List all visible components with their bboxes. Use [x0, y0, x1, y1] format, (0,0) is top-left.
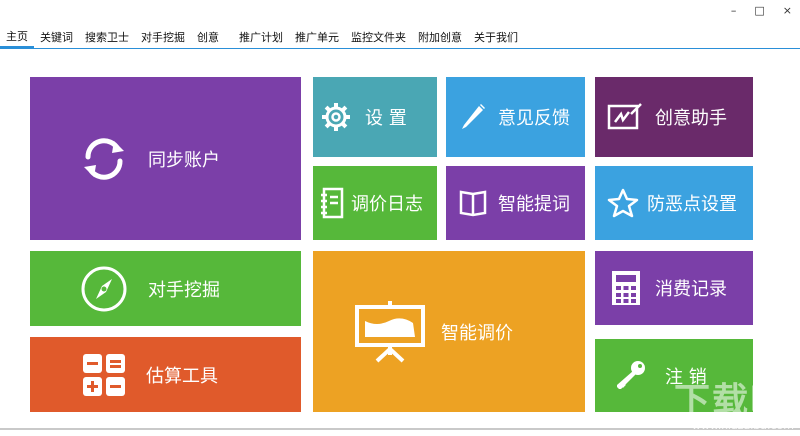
menu-search-guard[interactable]: 搜索卫士: [79, 29, 135, 47]
estimate-tool-tile[interactable]: 估算工具: [30, 337, 301, 412]
menu-campaign[interactable]: 推广计划: [233, 29, 289, 47]
competitor-mining-tile[interactable]: 对手挖掘: [30, 251, 301, 326]
competitor-mining-label: 对手挖掘: [148, 279, 220, 301]
gear-icon: [321, 102, 351, 132]
calculator-icon: [611, 270, 641, 306]
price-log-label: 调价日志: [351, 194, 423, 215]
menu-adgroup[interactable]: 推广单元: [289, 29, 345, 47]
creative-assistant-tile[interactable]: 创意助手: [595, 77, 753, 157]
sync-icon: [78, 133, 130, 185]
pencil-icon: [458, 103, 486, 131]
watermark-url: www.xiazaiba.com: [691, 419, 794, 432]
sign-board-icon: [607, 102, 643, 132]
sync-account-label: 同步账户: [148, 149, 220, 171]
notebook-icon: [319, 187, 345, 219]
main-menu: 主页 关键词 搜索卫士 对手挖掘 创意 推广计划 推广单元 监控文件夹 附加创意…: [0, 28, 800, 48]
creative-assistant-label: 创意助手: [655, 108, 727, 129]
settings-tile[interactable]: 设 置: [313, 77, 437, 157]
menu-creative[interactable]: 创意: [191, 29, 225, 47]
sync-account-tile[interactable]: 同步账户: [30, 77, 301, 240]
estimate-tool-label: 估算工具: [146, 365, 218, 387]
menu-keywords[interactable]: 关键词: [34, 29, 79, 47]
watermark-logo: 下载吧: [673, 381, 788, 422]
close-button[interactable]: ×: [783, 4, 792, 17]
menu-home[interactable]: 主页: [0, 28, 34, 48]
minimize-button[interactable]: –: [731, 4, 737, 17]
menu-extra-creative[interactable]: 附加创意: [412, 29, 468, 47]
smart-bidding-label: 智能调价: [441, 322, 513, 344]
menu-divider: [0, 48, 800, 49]
smart-keyword-tile[interactable]: 智能提词: [446, 166, 585, 240]
compass-icon: [80, 265, 128, 313]
math-ops-icon: [82, 353, 126, 397]
spending-record-tile[interactable]: 消费记录: [595, 251, 753, 325]
smart-keyword-label: 智能提词: [498, 194, 570, 215]
menu-competitor[interactable]: 对手挖掘: [135, 29, 191, 47]
presentation-icon: [353, 299, 427, 365]
smart-bidding-tile[interactable]: 智能调价: [313, 251, 585, 412]
star-icon: [607, 187, 639, 219]
price-log-tile[interactable]: 调价日志: [313, 166, 437, 240]
window-controls: – □ ×: [731, 4, 792, 17]
feedback-tile[interactable]: 意见反馈: [446, 77, 585, 157]
maximize-button[interactable]: □: [754, 4, 764, 17]
feedback-label: 意见反馈: [498, 108, 570, 129]
bottom-divider: [0, 428, 800, 430]
settings-label: 设 置: [365, 108, 407, 129]
spending-record-label: 消费记录: [655, 279, 727, 300]
anti-malicious-click-label: 防恶点设置: [647, 194, 737, 215]
key-icon: [613, 359, 647, 393]
menu-about[interactable]: 关于我们: [468, 29, 524, 47]
anti-malicious-click-tile[interactable]: 防恶点设置: [595, 166, 753, 240]
book-icon: [458, 189, 488, 217]
menu-monitor-folder[interactable]: 监控文件夹: [345, 29, 412, 47]
